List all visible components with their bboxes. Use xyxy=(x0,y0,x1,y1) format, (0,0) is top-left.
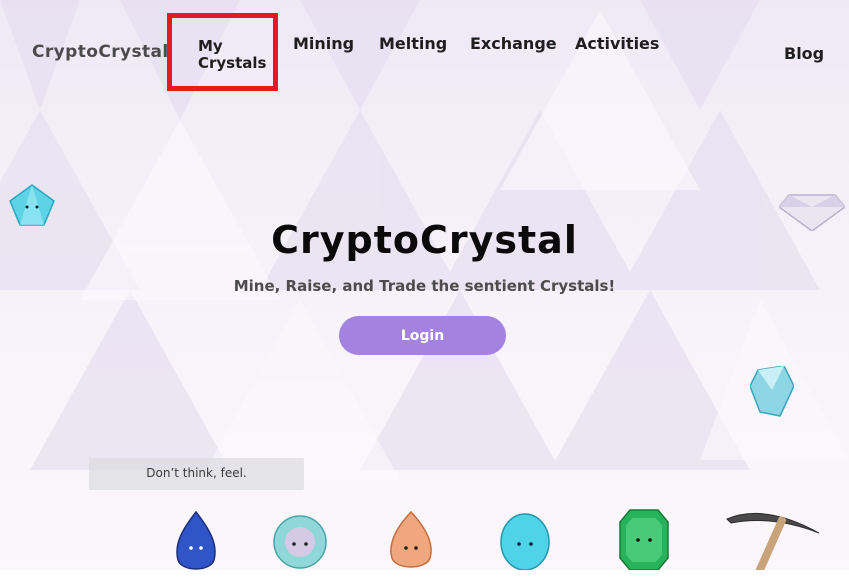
aqua-crystal-icon xyxy=(750,366,794,417)
amber-crystal-character xyxy=(390,510,432,568)
nav-blog[interactable]: Blog xyxy=(784,44,824,63)
brand-logo[interactable]: CryptoCrystal xyxy=(32,42,169,62)
aquamarine-crystal-character xyxy=(500,513,550,571)
quote-box: Don’t think, feel. xyxy=(89,458,304,490)
sapphire-crystal-character xyxy=(176,510,216,570)
nav-my-crystals-label: My Crystals xyxy=(198,37,267,72)
opal-crystal-character xyxy=(273,515,327,569)
pickaxe-icon xyxy=(726,513,820,575)
bottom-bar xyxy=(0,570,849,585)
login-button[interactable]: Login xyxy=(339,316,506,355)
quote-text: Don’t think, feel. xyxy=(146,466,247,480)
nav-my-crystals[interactable]: My Crystals xyxy=(167,13,278,91)
top-navigation: CryptoCrystal My Crystals Mining Melting… xyxy=(0,0,849,100)
hero-subtitle: Mine, Raise, and Trade the sentient Crys… xyxy=(233,277,616,295)
nav-melting[interactable]: Melting xyxy=(379,34,447,53)
emerald-crystal-character xyxy=(619,509,669,571)
hero-title: CryptoCrystal xyxy=(271,218,578,262)
nav-exchange[interactable]: Exchange xyxy=(470,34,557,53)
nav-activities[interactable]: Activities xyxy=(575,34,659,53)
nav-mining[interactable]: Mining xyxy=(293,34,354,53)
